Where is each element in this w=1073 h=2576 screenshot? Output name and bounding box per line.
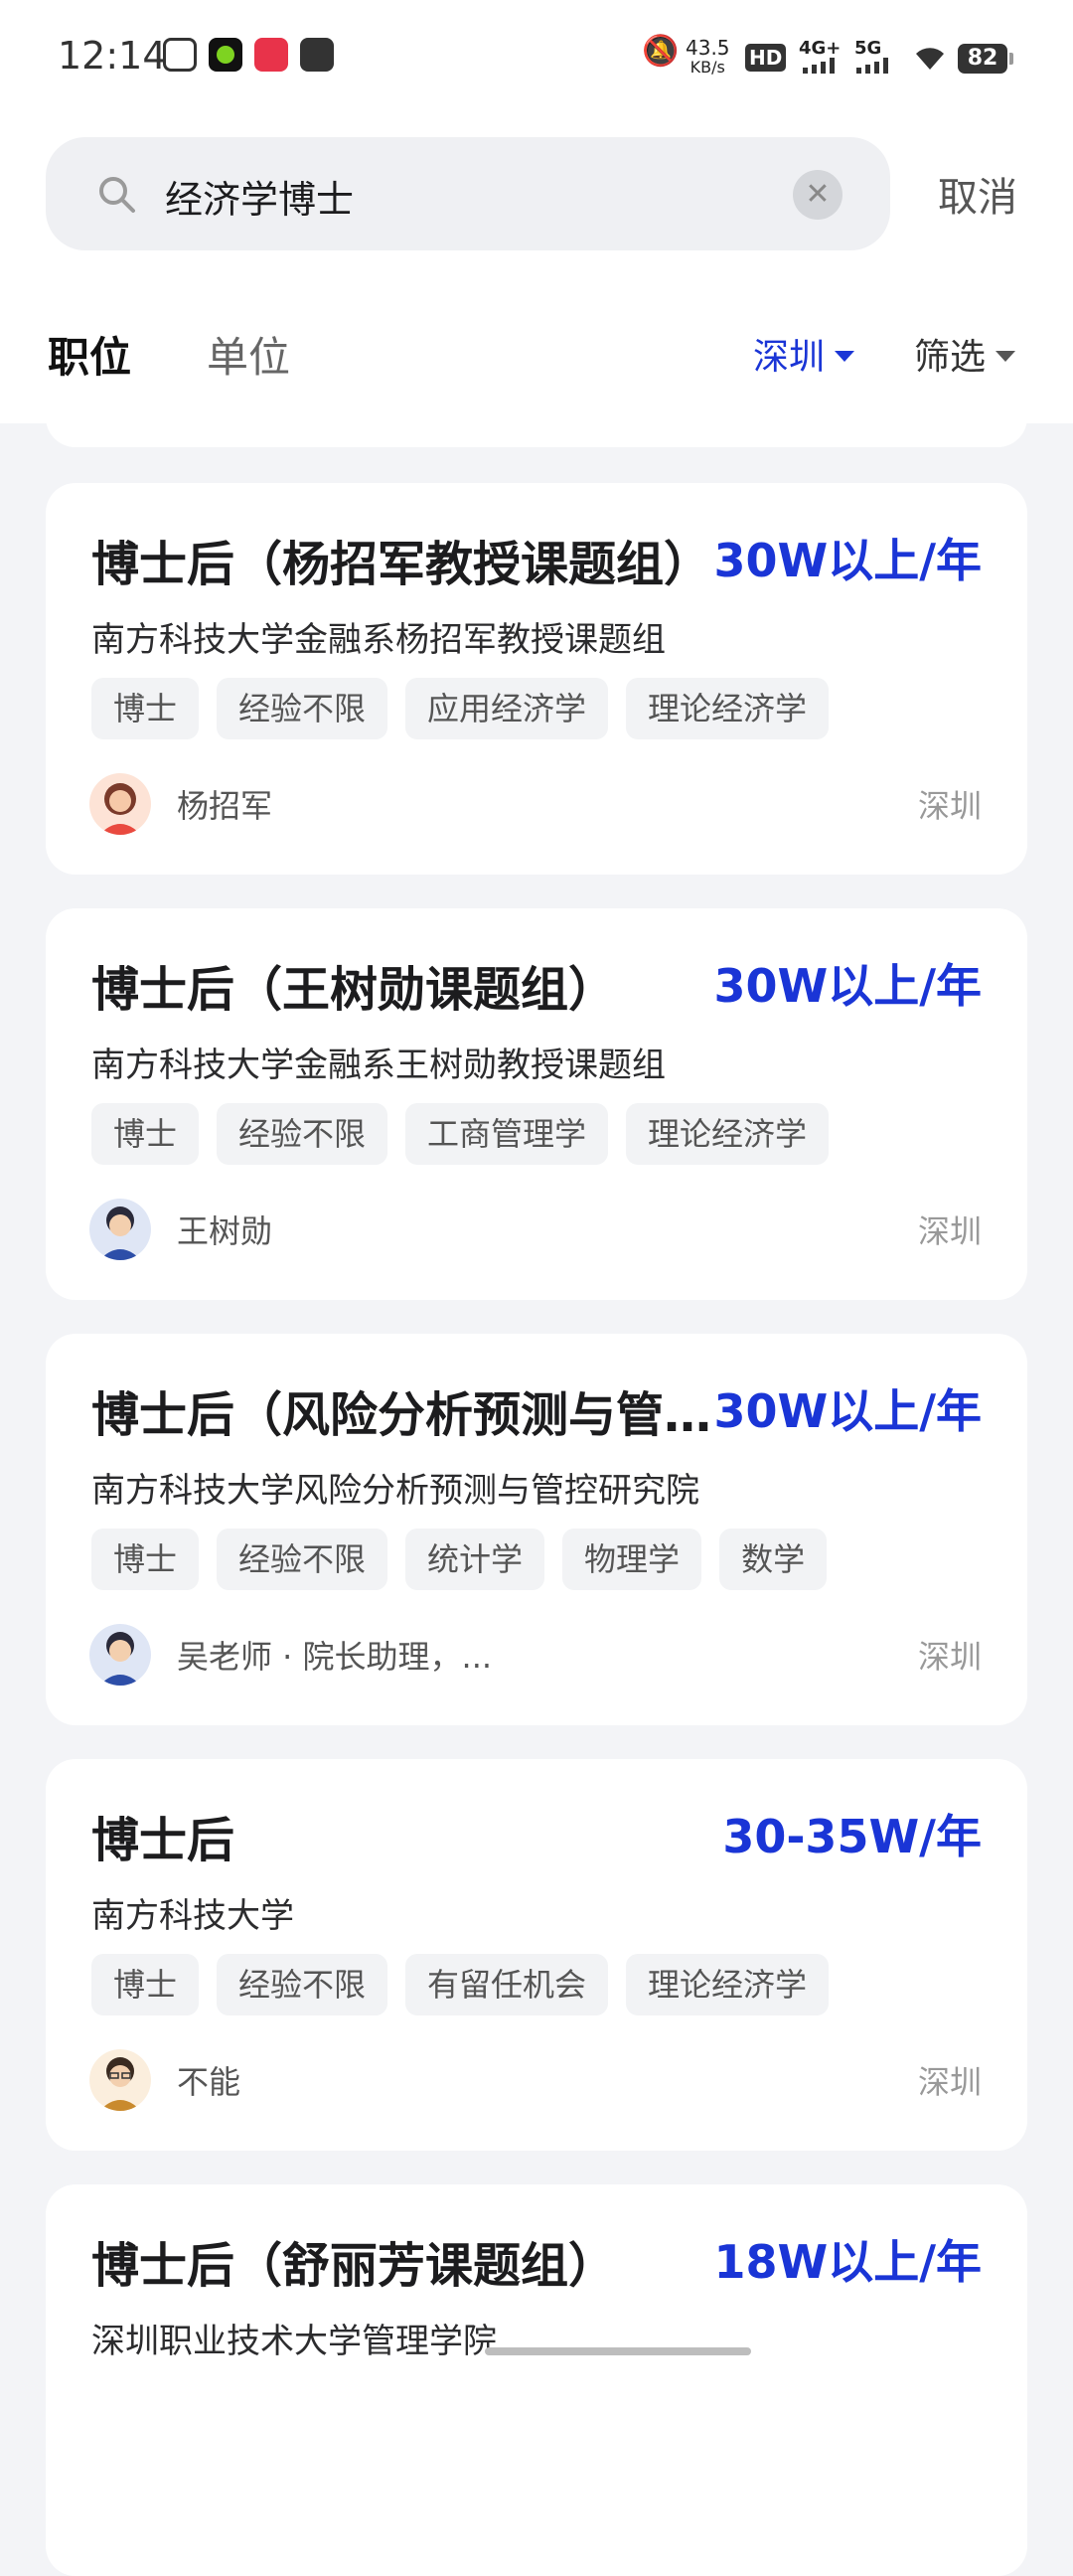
- job-tag: 经验不限: [217, 1954, 388, 2015]
- cancel-button[interactable]: 取消: [938, 165, 1017, 223]
- job-organization: 深圳职业技术大学管理学院: [91, 2322, 497, 2361]
- job-tag: 博士: [91, 1529, 200, 1590]
- job-salary: 30W以上/年: [713, 959, 982, 1013]
- job-card[interactable]: 博士后（舒丽芳课题组） 18W以上/年 深圳职业技术大学管理学院: [46, 2184, 1027, 2576]
- status-time: 12:14: [58, 34, 167, 78]
- recruiter-name: 王树勋: [177, 1212, 273, 1250]
- job-organization: 南方科技大学金融系杨招军教授课题组: [91, 620, 666, 660]
- job-card[interactable]: 博士后（风险分析预测与管控研究院） 30W以上/年 南方科技大学风险分析预测与管…: [46, 1334, 1027, 1725]
- job-tag: 经验不限: [217, 1529, 388, 1590]
- hd-icon: HD: [745, 44, 787, 72]
- net-speed: 43.5 KB/s: [686, 38, 730, 78]
- job-salary: 30W以上/年: [713, 1384, 982, 1438]
- signal-bars-icon-2: [856, 58, 896, 74]
- job-salary: 30W以上/年: [713, 534, 982, 587]
- recruiter-name: 杨招军: [177, 787, 273, 825]
- job-card[interactable]: 博士后（王树勋课题组） 30W以上/年 南方科技大学金融系王树勋教授课题组 博士…: [46, 908, 1027, 1300]
- search-query: 经济学博士: [165, 178, 355, 222]
- job-tag: 数学: [719, 1529, 828, 1590]
- job-title: 博士后（王树勋课题组）: [91, 962, 617, 1018]
- job-tag: 统计学: [405, 1529, 545, 1590]
- job-tag: 应用经济学: [405, 678, 609, 739]
- job-title: 博士后（杨招军教授课题组）: [91, 537, 712, 592]
- job-tag: 经验不限: [217, 1103, 388, 1165]
- signal-5g: 5G: [854, 38, 882, 59]
- caret-down-icon: [835, 350, 855, 362]
- job-location: 深圳: [917, 2063, 982, 2101]
- net-speed-unit: KB/s: [690, 58, 725, 77]
- job-tags: 博士 经验不限 有留任机会 理论经济学: [91, 1954, 830, 2015]
- city-label: 深圳: [753, 337, 826, 378]
- job-location: 深圳: [917, 1212, 982, 1250]
- battery-icon: 82: [958, 44, 1013, 74]
- tab-positions[interactable]: 职位: [48, 324, 131, 385]
- job-tag: 有留任机会: [405, 1954, 609, 2015]
- job-tags: 博士 经验不限 统计学 物理学 数学: [91, 1529, 828, 1590]
- green-app-icon: [209, 38, 242, 72]
- status-bar: 12:14 🔕 43.5 KB/s HD 4G+ 5G 82: [0, 0, 1073, 109]
- job-tags: 博士 经验不限 应用经济学 理论经济学: [91, 678, 830, 739]
- filter-label: 筛选: [914, 337, 987, 378]
- recruiter-avatar: [89, 2049, 151, 2111]
- job-card[interactable]: 博士后 30-35W/年 南方科技大学 博士 经验不限 有留任机会 理论经济学 …: [46, 1759, 1027, 2151]
- job-tag: 理论经济学: [626, 1954, 830, 2015]
- caret-down-icon: [996, 350, 1016, 362]
- net-speed-value: 43.5: [686, 36, 730, 60]
- job-tag: 工商管理学: [405, 1103, 609, 1165]
- recruiter-avatar: [89, 1624, 151, 1686]
- job-tag: 博士: [91, 1103, 200, 1165]
- job-tag: 博士: [91, 678, 200, 739]
- job-tag: 理论经济学: [626, 678, 830, 739]
- filter-dropdown[interactable]: 筛选: [914, 328, 1016, 380]
- job-tag: 物理学: [562, 1529, 702, 1590]
- job-tag: 博士: [91, 1954, 200, 2015]
- job-tag: 理论经济学: [626, 1103, 830, 1165]
- top-panel: 12:14 🔕 43.5 KB/s HD 4G+ 5G 82 经济学博士 ✕ 取…: [0, 0, 1073, 423]
- job-card[interactable]: 博士后（杨招军教授课题组） 30W以上/年 南方科技大学金融系杨招军教授课题组 …: [46, 483, 1027, 875]
- job-organization: 南方科技大学: [91, 1896, 294, 1936]
- job-organization: 南方科技大学金融系王树勋教授课题组: [91, 1046, 666, 1085]
- previous-card-edge: [46, 411, 1027, 447]
- search-icon: [97, 175, 135, 213]
- job-organization: 南方科技大学风险分析预测与管控研究院: [91, 1471, 699, 1511]
- home-indicator[interactable]: [485, 2347, 751, 2355]
- job-salary: 30-35W/年: [722, 1810, 982, 1863]
- recruiter-avatar: [89, 1199, 151, 1260]
- tab-units[interactable]: 单位: [207, 324, 290, 385]
- wifi-icon: [910, 40, 950, 76]
- search-input[interactable]: 经济学博士 ✕: [46, 137, 890, 250]
- signal-bars-icon: [803, 58, 843, 74]
- job-salary: 18W以上/年: [713, 2235, 982, 2289]
- job-location: 深圳: [917, 1638, 982, 1676]
- signal-4g: 4G+: [799, 38, 842, 59]
- mail-app-icon: [300, 38, 334, 72]
- city-dropdown[interactable]: 深圳: [753, 328, 855, 380]
- recruiter-name: 吴老师 · 院长助理，...: [177, 1638, 493, 1676]
- cat-app-icon: [163, 38, 197, 72]
- job-title: 博士后: [91, 1813, 235, 1868]
- job-location: 深圳: [917, 787, 982, 825]
- recruiter-avatar: [89, 773, 151, 835]
- recruiter-name: 不能: [177, 2063, 241, 2101]
- red-app-icon: [254, 38, 288, 72]
- mute-icon: 🔕: [642, 34, 680, 69]
- clear-search-button[interactable]: ✕: [793, 170, 843, 220]
- job-tags: 博士 经验不限 工商管理学 理论经济学: [91, 1103, 830, 1165]
- job-tag: 经验不限: [217, 678, 388, 739]
- job-title: 博士后（舒丽芳课题组）: [91, 2238, 617, 2294]
- job-title: 博士后（风险分析预测与管控研究院）: [91, 1387, 757, 1443]
